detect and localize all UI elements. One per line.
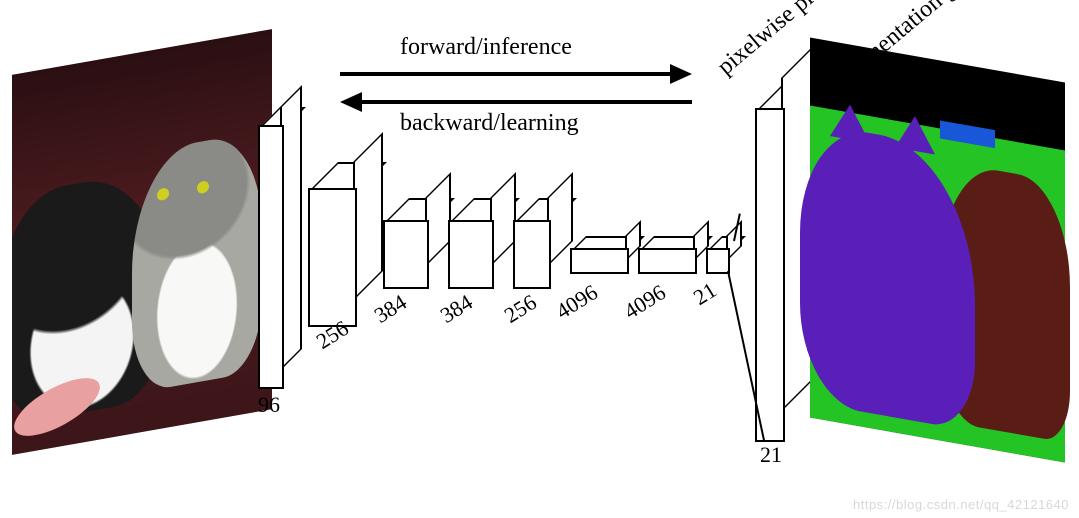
watermark: https://blog.csdn.net/qq_42121640: [853, 497, 1069, 512]
conv-layer-4-label: 256: [500, 289, 542, 329]
conv-layer-6-label: 4096: [619, 279, 670, 324]
conv-layer-3-label: 384: [436, 289, 478, 329]
upsample-layer-label: 21: [760, 442, 782, 468]
backward-arrow-label: backward/learning: [400, 110, 579, 137]
forward-arrow: [340, 72, 670, 76]
forward-arrow-label: forward/inference: [400, 34, 572, 61]
backward-arrow-head: [340, 92, 362, 112]
backward-arrow: [362, 100, 692, 104]
conv-layer-7-label: 21: [689, 277, 721, 311]
conv-layer-5-label: 4096: [551, 279, 602, 324]
conv-layer-0-label: 96: [258, 392, 280, 418]
segmentation-image: [810, 38, 1065, 463]
input-image: [12, 29, 272, 455]
fcn-architecture-diagram: forward/inference backward/learning 96 2…: [0, 0, 1079, 518]
forward-arrow-head: [670, 64, 692, 84]
conv-layer-2-label: 384: [370, 289, 412, 329]
